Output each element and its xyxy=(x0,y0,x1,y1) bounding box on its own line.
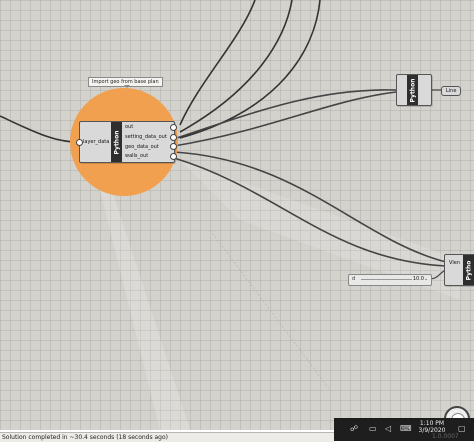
wire-layer xyxy=(0,0,460,430)
output-grip[interactable] xyxy=(170,143,177,150)
ime-icon[interactable]: ⌨ xyxy=(400,424,412,433)
component-label: Python xyxy=(111,122,122,162)
output-grip[interactable] xyxy=(170,124,177,131)
version-label: 1.0.0007 xyxy=(432,433,459,440)
output-port-geo-data-out: geo_data_out xyxy=(125,144,159,150)
input-port-label: Vlen xyxy=(449,260,461,266)
output-port-out: out xyxy=(125,124,134,130)
wire xyxy=(179,0,321,139)
output-port-setting-data-out: setting_data_out xyxy=(125,134,167,140)
status-message: Solution completed in ~30.4 seconds (18 … xyxy=(2,434,169,441)
line-node[interactable]: Line xyxy=(441,86,462,96)
input-port-layer-data: layer_data xyxy=(83,139,110,145)
shadow-beam xyxy=(100,190,190,430)
component-label: Python xyxy=(407,75,418,105)
people-icon[interactable]: ☍ xyxy=(350,424,358,433)
guide-line xyxy=(209,229,331,391)
volume-icon[interactable]: ◁ xyxy=(385,424,391,433)
clock-time: 1:10 PM xyxy=(419,420,445,427)
grasshopper-canvas[interactable]: Import geo from base plan layer_data Pyt… xyxy=(0,0,474,430)
wire xyxy=(173,91,397,147)
python-component-right[interactable]: Vlen Pytho xyxy=(444,254,474,286)
notification-icon[interactable]: ▢ xyxy=(458,424,466,433)
input-grip[interactable] xyxy=(76,139,83,146)
wire xyxy=(0,115,81,143)
number-slider[interactable]: d 10.0 xyxy=(348,274,432,286)
wire xyxy=(179,0,293,133)
network-icon[interactable]: ▭ xyxy=(369,424,377,433)
taskbar-clock[interactable]: 1:10 PM 3/9/2020 xyxy=(412,420,452,434)
python-component-main[interactable]: layer_data Python out setting_data_out g… xyxy=(79,121,175,163)
output-grip[interactable] xyxy=(170,134,177,141)
slider-value: 10.0 xyxy=(411,276,425,282)
python-component-top-right[interactable]: Python xyxy=(396,74,432,106)
output-port-walls-out: walls_out xyxy=(125,153,149,159)
component-label: Pytho xyxy=(463,255,474,285)
slider-name: d xyxy=(352,276,356,282)
wire xyxy=(179,0,256,126)
output-grip[interactable] xyxy=(170,153,177,160)
